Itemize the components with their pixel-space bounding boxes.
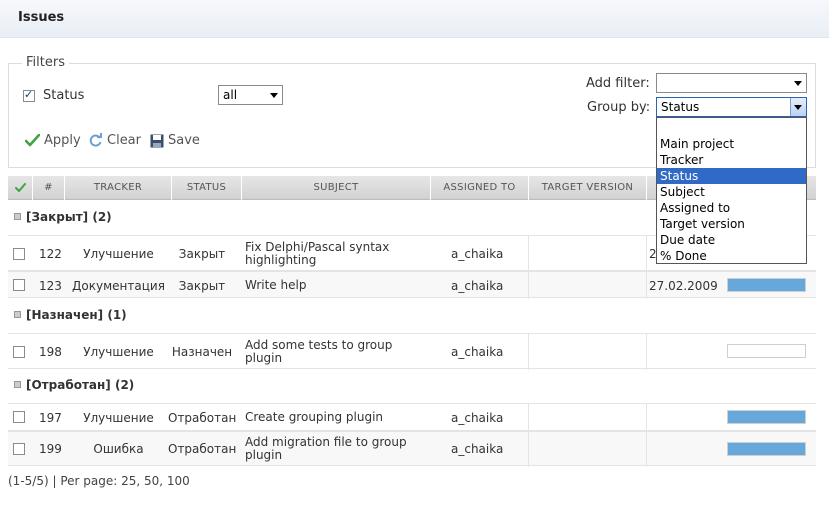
issue-id[interactable]: 199	[39, 442, 62, 456]
issue-id[interactable]: 197	[39, 411, 62, 425]
header-id[interactable]: #	[33, 176, 65, 200]
page-header: Issues	[0, 0, 829, 38]
issue-subject[interactable]: Fix Delphi/Pascal syntax highlighting	[245, 241, 430, 267]
status-filter-label: Status	[43, 88, 85, 103]
table-row: 123 Документация Закрыт Write help a_cha…	[8, 271, 816, 299]
table-row: 197 Улучшение Отработан Create grouping …	[8, 403, 816, 432]
group-by-option-assigned-to[interactable]: Assigned to	[657, 200, 806, 216]
save-button[interactable]: Save	[150, 133, 200, 148]
row-checkbox[interactable]	[13, 279, 25, 291]
collapse-icon[interactable]	[14, 311, 21, 318]
done-progress-bar	[727, 442, 806, 456]
issue-subject[interactable]: Write help	[245, 279, 430, 292]
issue-tracker: Улучшение	[83, 345, 154, 359]
done-progress-bar	[727, 344, 806, 358]
status-operator-select[interactable]: all	[218, 85, 283, 105]
issue-status: Закрыт	[178, 279, 226, 293]
group-by-option-main-project[interactable]: Main project	[657, 136, 806, 152]
issue-tracker: Документация	[72, 279, 165, 293]
done-progress-bar	[727, 278, 806, 292]
issue-id[interactable]: 123	[39, 279, 62, 293]
issue-id[interactable]: 122	[39, 247, 62, 261]
header-status[interactable]: STATUS	[172, 176, 242, 200]
group-header-resolved: [Отработан] (2)	[14, 378, 134, 392]
done-progress-fill	[728, 411, 805, 423]
group-by-option-percent-done[interactable]: % Done	[657, 248, 806, 264]
row-checkbox[interactable]	[13, 443, 25, 455]
issue-status: Закрыт	[178, 247, 226, 261]
issue-assigned-to[interactable]: a_chaika	[451, 247, 503, 261]
per-page-options[interactable]: 25, 50, 100	[121, 474, 190, 488]
check-icon	[14, 183, 26, 193]
header-assigned-to[interactable]: ASSIGNED TO	[431, 176, 529, 200]
group-by-option-subject[interactable]: Subject	[657, 184, 806, 200]
group-by-option-due-date[interactable]: Due date	[657, 232, 806, 248]
collapse-icon[interactable]	[14, 381, 21, 388]
issue-id[interactable]: 198	[39, 345, 62, 359]
floppy-disk-icon	[150, 134, 164, 147]
chevron-down-icon	[794, 105, 802, 110]
add-filter-select[interactable]	[656, 73, 807, 93]
collapse-icon[interactable]	[14, 213, 21, 220]
group-by-label: Group by:	[587, 100, 651, 115]
group-header-closed: [Закрыт] (2)	[14, 210, 112, 224]
header-subject[interactable]: SUBJECT	[242, 176, 431, 200]
check-icon	[25, 134, 40, 147]
group-by-options-list: Main project Tracker Status Subject Assi…	[656, 117, 807, 264]
pagination-summary: (1-5/5) | Per page: 25, 50, 100	[8, 474, 190, 488]
filters-legend: Filters	[22, 55, 69, 70]
group-header-assigned: [Назначен] (1)	[14, 308, 127, 322]
issue-status: Назначен	[171, 345, 233, 359]
issue-tracker: Улучшение	[83, 247, 154, 261]
reload-icon	[89, 133, 102, 147]
apply-button[interactable]: Apply	[25, 133, 81, 148]
table-row: 198 Улучшение Назначен Add some tests to…	[8, 333, 816, 370]
issue-assigned-to[interactable]: a_chaika	[451, 279, 503, 293]
page-title: Issues	[18, 10, 65, 25]
clear-button[interactable]: Clear	[88, 133, 141, 148]
group-by-select[interactable]: Status	[656, 97, 807, 117]
issue-tracker: Улучшение	[83, 411, 154, 425]
group-by-option-target-version[interactable]: Target version	[657, 216, 806, 232]
done-progress-bar	[727, 410, 806, 424]
row-checkbox[interactable]	[13, 248, 25, 260]
issue-status: Отработан	[168, 442, 237, 456]
header-tracker[interactable]: TRACKER	[65, 176, 172, 200]
done-progress-fill	[728, 279, 805, 291]
issue-subject[interactable]: Create grouping plugin	[245, 411, 430, 424]
row-checkbox[interactable]	[13, 411, 25, 423]
done-progress-fill	[728, 443, 805, 455]
issue-status: Отработан	[168, 411, 237, 425]
header-toggle-all[interactable]	[8, 176, 33, 200]
issue-assigned-to[interactable]: a_chaika	[451, 345, 503, 359]
issue-assigned-to[interactable]: a_chaika	[451, 411, 503, 425]
header-target-version[interactable]: TARGET VERSION	[529, 176, 647, 200]
status-filter-checkbox[interactable]	[23, 88, 35, 102]
group-by-dropdown-button[interactable]	[790, 98, 806, 116]
issue-due-date: 27.02.2009	[649, 279, 718, 293]
issue-subject[interactable]: Add some tests to group plugin	[245, 339, 430, 365]
table-row: 199 Ошибка Отработан Add migration file …	[8, 431, 816, 467]
group-by-option-blank[interactable]	[657, 120, 806, 136]
issue-tracker: Ошибка	[93, 442, 144, 456]
issue-subject[interactable]: Add migration file to group plugin	[245, 436, 430, 462]
add-filter-label: Add filter:	[586, 76, 650, 91]
row-checkbox[interactable]	[13, 346, 25, 358]
group-by-option-tracker[interactable]: Tracker	[657, 152, 806, 168]
chevron-down-icon	[270, 93, 278, 98]
issue-assigned-to[interactable]: a_chaika	[451, 442, 503, 456]
group-by-option-status[interactable]: Status	[657, 168, 806, 184]
chevron-down-icon	[794, 81, 802, 86]
